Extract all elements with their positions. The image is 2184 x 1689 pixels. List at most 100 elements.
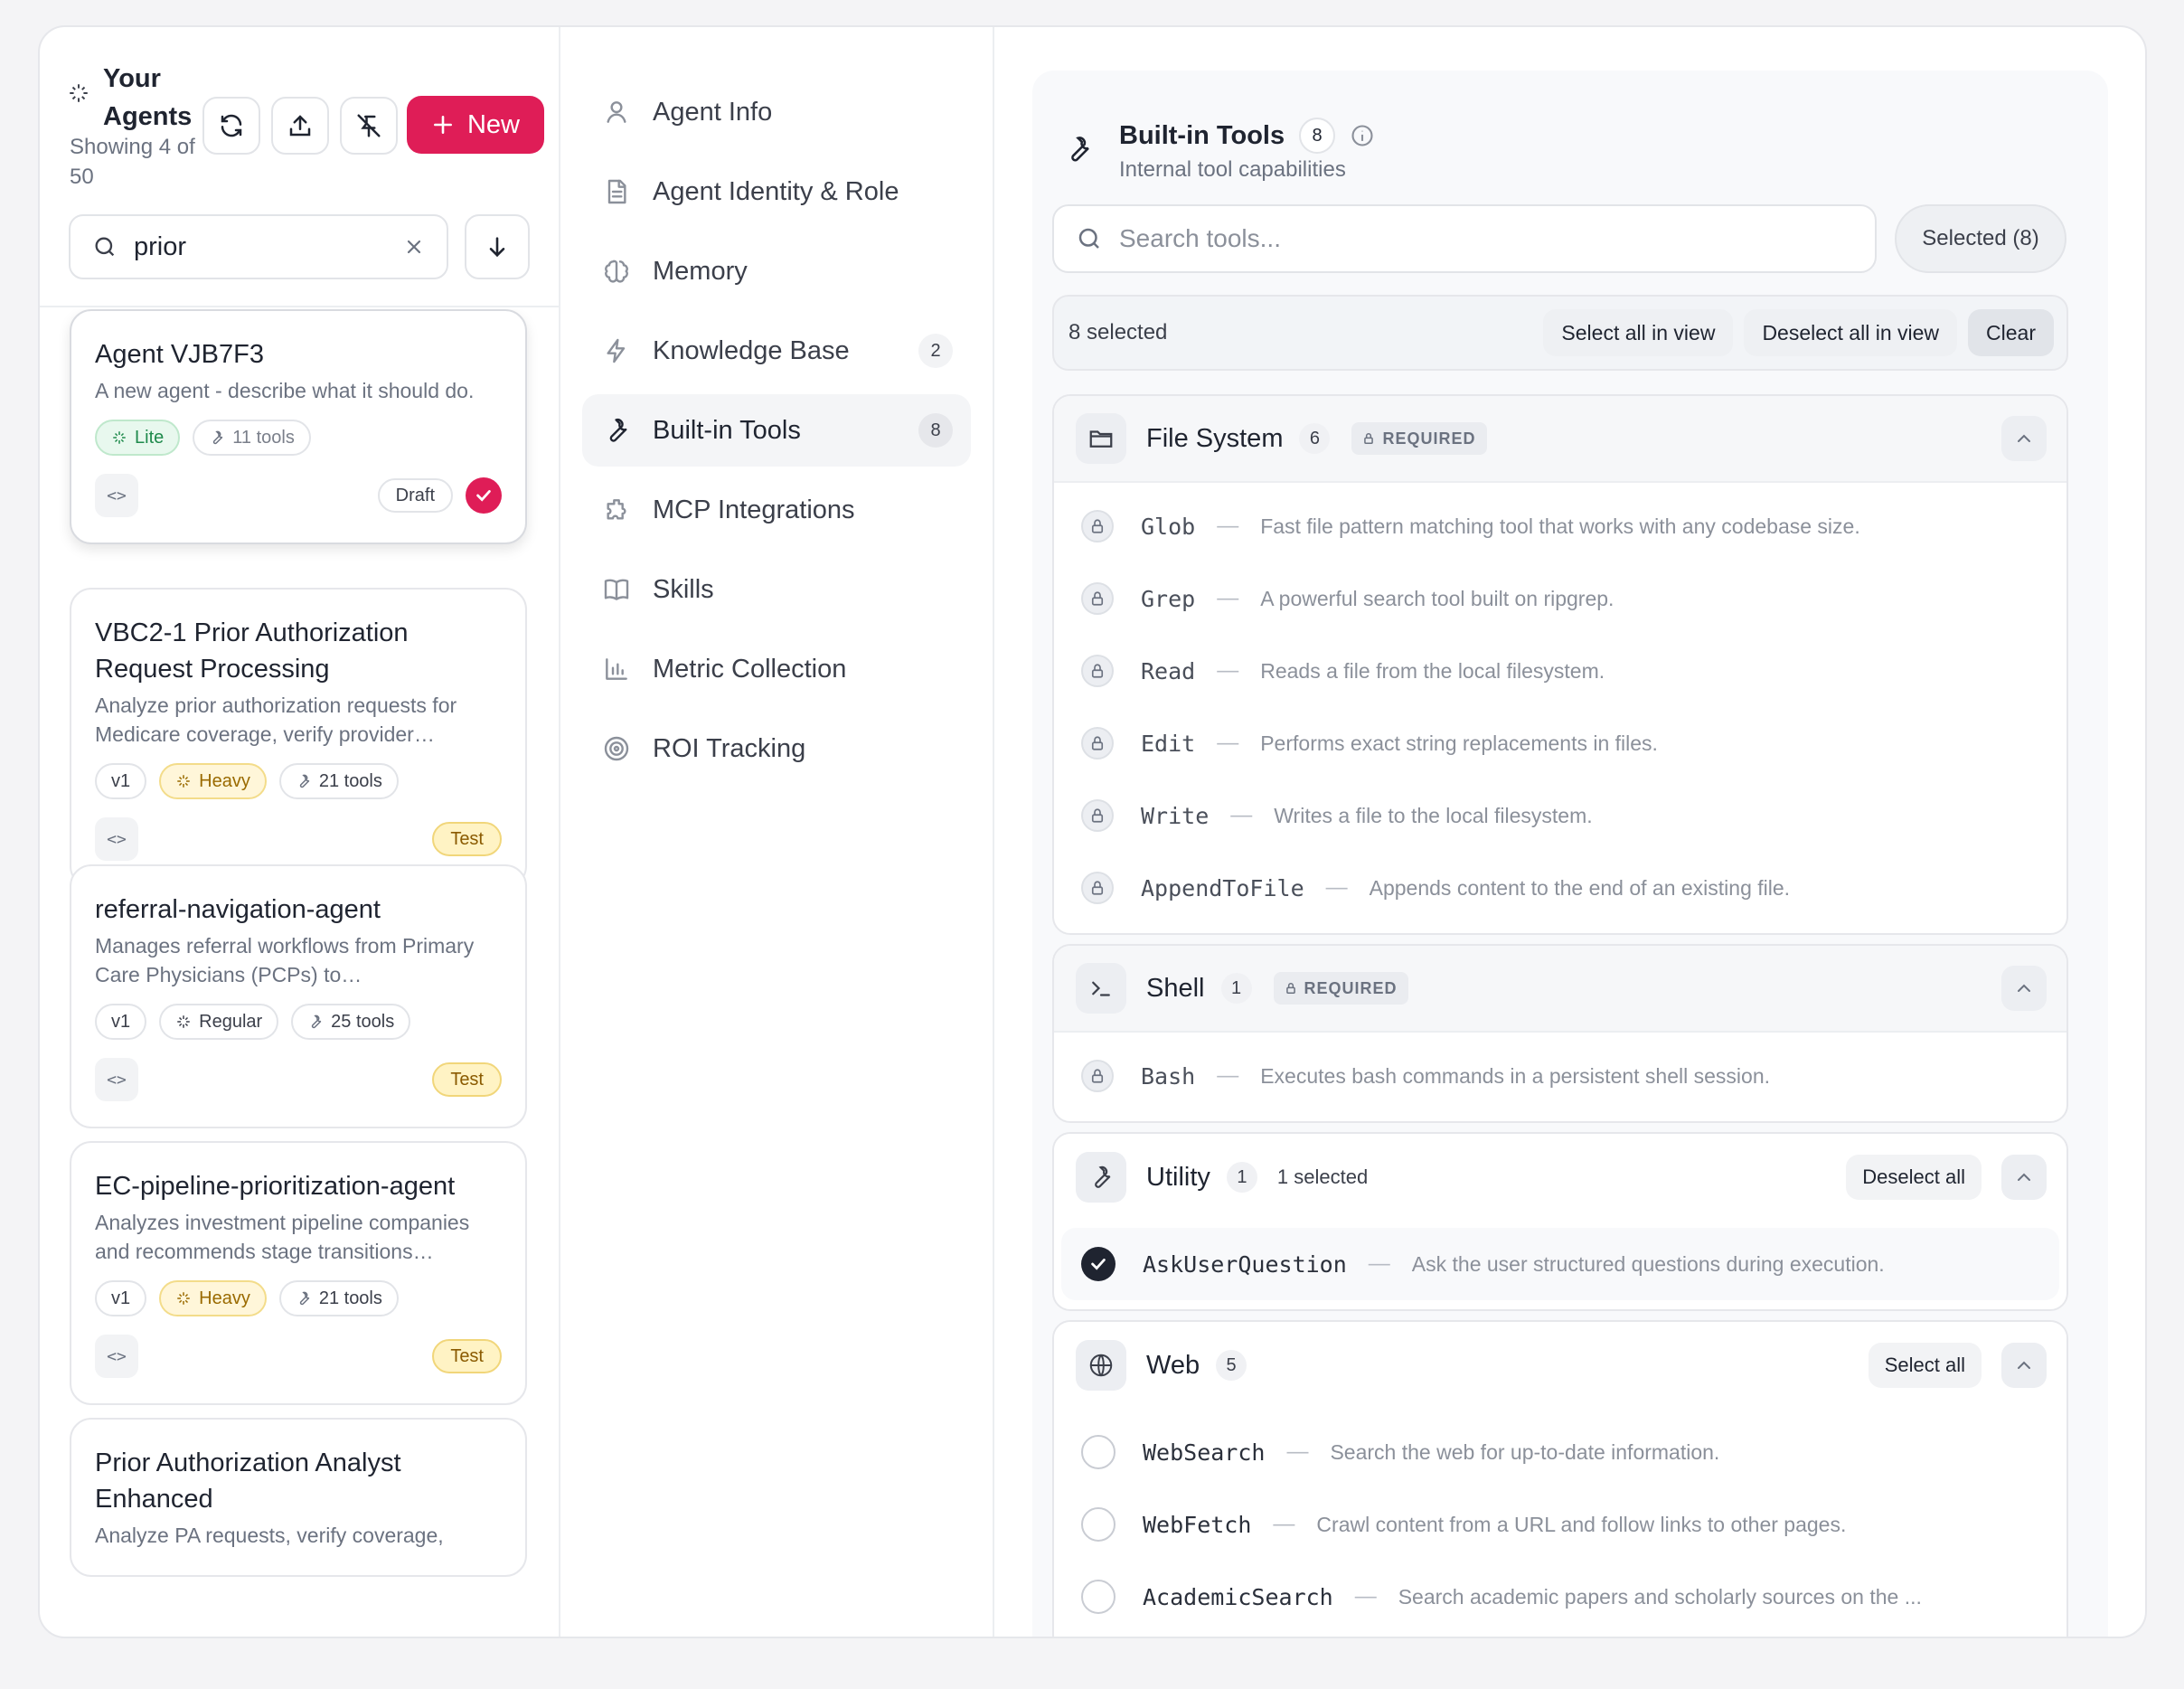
info-icon[interactable]: [1350, 123, 1375, 148]
lightning-icon: [607, 338, 626, 363]
group-select-all-button[interactable]: Select all: [1868, 1343, 1982, 1388]
tools-count-badge: 8: [1299, 118, 1336, 154]
sort-button[interactable]: [465, 214, 530, 279]
puzzle-icon: [607, 499, 626, 520]
tool-row[interactable]: AcademicSearch — Search academic papers an…: [1054, 1561, 2066, 1633]
locked-indicator: [1081, 582, 1114, 615]
deselect-all-in-view-button[interactable]: Deselect all in view: [1744, 309, 1958, 356]
lock-icon: [1091, 664, 1104, 678]
refresh-icon: [221, 114, 242, 137]
nav-label: Knowledge Base: [653, 335, 850, 365]
checkbox-unchecked[interactable]: [1081, 1507, 1116, 1542]
checkbox-checked[interactable]: [1081, 1247, 1116, 1281]
tag-label: v1: [111, 1288, 131, 1308]
locked-indicator: [1081, 1060, 1114, 1092]
agent-card[interactable]: VBC2-1 Prior Authorization Request Proce…: [70, 588, 527, 888]
code-view-button[interactable]: <>: [95, 474, 138, 517]
group-header[interactable]: Web 5 Select all: [1054, 1322, 2066, 1409]
nav-item-knowledge-base[interactable]: Knowledge Base 2: [582, 315, 971, 387]
tools-content: Built-in Tools 8 Internal tool capabilit…: [1032, 71, 2108, 1637]
nav-item-mcp-integrations[interactable]: MCP Integrations: [582, 474, 971, 546]
tag-label: Heavy: [199, 770, 250, 791]
group-header[interactable]: File System 6 REQUIRED: [1054, 396, 2066, 483]
agent-tag: Regular: [159, 1004, 279, 1040]
unpin-button[interactable]: [340, 97, 398, 155]
tools-panel: Built-in Tools 8 Internal tool capabilit…: [996, 27, 2145, 1637]
collapse-button[interactable]: [2001, 1343, 2047, 1388]
locked-indicator: [1081, 655, 1114, 687]
wrench-icon: [609, 418, 627, 442]
group-icon: [1076, 413, 1126, 464]
selected-filter-button[interactable]: Selected (8): [1895, 204, 2066, 273]
agent-search-input[interactable]: prior: [69, 214, 448, 279]
tool-description: Writes a file to the local filesystem.: [1274, 803, 1593, 827]
status-badge: Draft: [377, 478, 453, 513]
upload-button[interactable]: [271, 97, 329, 155]
checkbox-unchecked[interactable]: [1081, 1435, 1116, 1469]
code-view-button[interactable]: <>: [95, 817, 138, 861]
agent-card[interactable]: Agent VJB7F3 A new agent - describe what …: [70, 309, 527, 544]
lock-icon: [1091, 736, 1104, 750]
lock-icon: [1285, 983, 1295, 995]
group-count: 1: [1220, 973, 1252, 1004]
collapse-button[interactable]: [2001, 966, 2047, 1011]
nav-item-skills[interactable]: Skills: [582, 553, 971, 626]
terminal-icon: [1092, 981, 1110, 996]
lock-icon: [1091, 808, 1104, 823]
nav-item-roi-tracking[interactable]: ROI Tracking: [582, 712, 971, 785]
agent-description: Manages referral workflows from Primary …: [95, 934, 475, 986]
new-agent-button[interactable]: New: [407, 96, 544, 154]
group-header[interactable]: Utility 1 1 selected Deselect all: [1054, 1134, 2066, 1221]
group-name: Utility: [1146, 1162, 1210, 1192]
tool-row[interactable]: WebSearch — Search the web for up-to-date …: [1054, 1416, 2066, 1488]
group-count: 6: [1299, 423, 1331, 454]
group-deselect-all-button[interactable]: Deselect all: [1846, 1155, 1982, 1200]
nav-item-agent-identity-role[interactable]: Agent Identity & Role: [582, 156, 971, 228]
separator: —: [1217, 1063, 1239, 1088]
nav-item-built-in-tools[interactable]: Built-in Tools 8: [582, 394, 971, 467]
nav-label: Agent Identity & Role: [653, 176, 899, 206]
collapse-button[interactable]: [2001, 416, 2047, 461]
nav-item-metric-collection[interactable]: Metric Collection: [582, 633, 971, 705]
select-all-in-view-button[interactable]: Select all in view: [1543, 309, 1734, 356]
nav-item-memory[interactable]: Memory: [582, 235, 971, 307]
tag-label: Heavy: [199, 1288, 250, 1308]
agent-name: Prior Authorization Analyst Enhanced: [95, 1448, 401, 1514]
agent-card[interactable]: EC-pipeline-prioritization-agent Analyzes…: [70, 1141, 527, 1405]
group-count: 5: [1216, 1350, 1247, 1381]
refresh-button[interactable]: [202, 97, 260, 155]
tool-description: Reads a file from the local filesystem.: [1260, 658, 1605, 683]
group-icon: [1076, 1340, 1126, 1391]
nav-label: Skills: [653, 574, 714, 604]
collapse-button[interactable]: [2001, 1155, 2047, 1200]
clear-button[interactable]: Clear: [1968, 309, 2054, 356]
tool-row[interactable]: WebFetch — Crawl content from a URL and fo…: [1054, 1488, 2066, 1561]
tool-row[interactable]: GithubSearch—Search GitHub for repositor…: [1054, 1633, 2066, 1637]
document-icon: [607, 179, 626, 204]
app-window: Your Agents Showing 4 of 50 New prior Ag…: [38, 25, 2147, 1638]
group-header[interactable]: Shell 1 REQUIRED: [1054, 946, 2066, 1033]
tag-label: 21 tools: [318, 1288, 382, 1308]
chevron-up-icon: [2018, 984, 2030, 992]
agent-card[interactable]: Prior Authorization Analyst Enhanced Anal…: [70, 1418, 527, 1577]
nav-item-agent-info[interactable]: Agent Info: [582, 76, 971, 148]
required-badge: REQUIRED: [1273, 972, 1408, 1005]
group-count: 1: [1226, 1162, 1257, 1193]
agent-tags: v1 Regular 25 tools: [95, 1004, 502, 1040]
lock-icon: [1364, 433, 1374, 445]
close-icon[interactable]: [403, 236, 425, 258]
agent-tag: Heavy: [159, 763, 267, 799]
tool-name: Read: [1141, 657, 1196, 684]
tool-row[interactable]: AskUserQuestion — Ask the user structured …: [1061, 1228, 2059, 1300]
group-name: File System: [1146, 423, 1284, 453]
tool-row: Grep — A powerful search tool built on rip…: [1054, 562, 2066, 635]
agent-card[interactable]: referral-navigation-agent Manages referra…: [70, 864, 527, 1128]
sparkles-icon: [177, 775, 190, 788]
agent-name: EC-pipeline-prioritization-agent: [95, 1172, 456, 1201]
code-view-button[interactable]: <>: [95, 1058, 138, 1101]
sparkles-icon: [177, 1292, 190, 1305]
code-icon: <>: [107, 1070, 127, 1090]
tools-search-input[interactable]: [1119, 224, 1842, 253]
code-view-button[interactable]: <>: [95, 1335, 138, 1378]
checkbox-unchecked[interactable]: [1081, 1580, 1116, 1614]
